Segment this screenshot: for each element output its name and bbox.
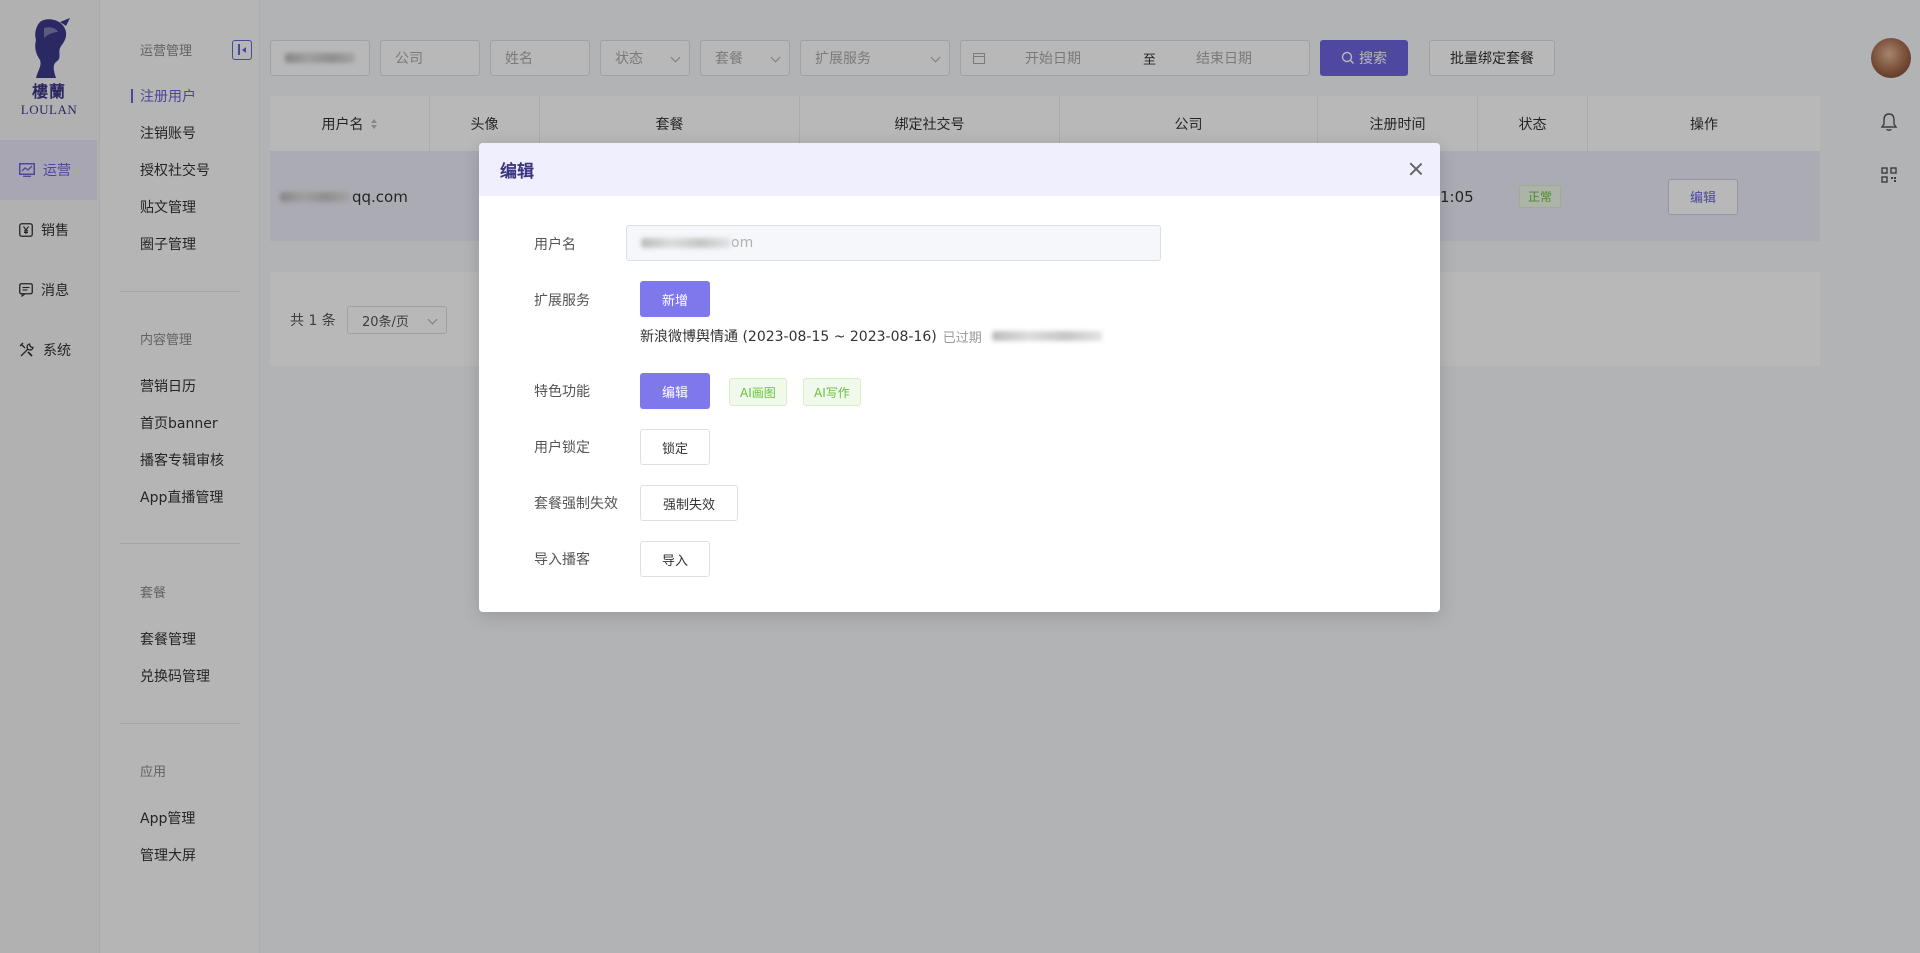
- redacted-text: [991, 331, 1102, 341]
- dialog-header: 编辑: [479, 143, 1440, 196]
- feature-tag: AI画图: [729, 378, 787, 406]
- close-icon[interactable]: [1408, 161, 1424, 177]
- username-field: om: [626, 225, 1161, 261]
- feature-tag: AI写作: [803, 378, 861, 406]
- lock-label: 用户锁定: [534, 440, 590, 456]
- redacted-text: [641, 238, 731, 248]
- service-entry: 新浪微博舆情通 (2023-08-15 ~ 2023-08-16) 已过期: [640, 326, 1102, 346]
- add-service-button[interactable]: 新增: [640, 281, 710, 317]
- username-label: 用户名: [534, 237, 576, 253]
- force-expire-button[interactable]: 强制失效: [640, 485, 738, 521]
- dialog-title: 编辑: [500, 162, 534, 182]
- force-expire-label: 套餐强制失效: [534, 496, 618, 512]
- feature-label: 特色功能: [534, 384, 590, 400]
- expired-label: 已过期: [942, 330, 982, 346]
- edit-user-dialog: 编辑 用户名 om 扩展服务 新增 新浪微博舆情通 (2023-08-15 ~ …: [479, 143, 1440, 612]
- edit-feature-button[interactable]: 编辑: [640, 373, 710, 409]
- username-value: om: [731, 235, 754, 251]
- lock-button[interactable]: 锁定: [640, 429, 710, 465]
- service-description: 新浪微博舆情通 (2023-08-15 ~ 2023-08-16): [640, 329, 937, 345]
- import-button[interactable]: 导入: [640, 541, 710, 577]
- import-label: 导入播客: [534, 552, 590, 568]
- ext-service-label: 扩展服务: [534, 293, 590, 309]
